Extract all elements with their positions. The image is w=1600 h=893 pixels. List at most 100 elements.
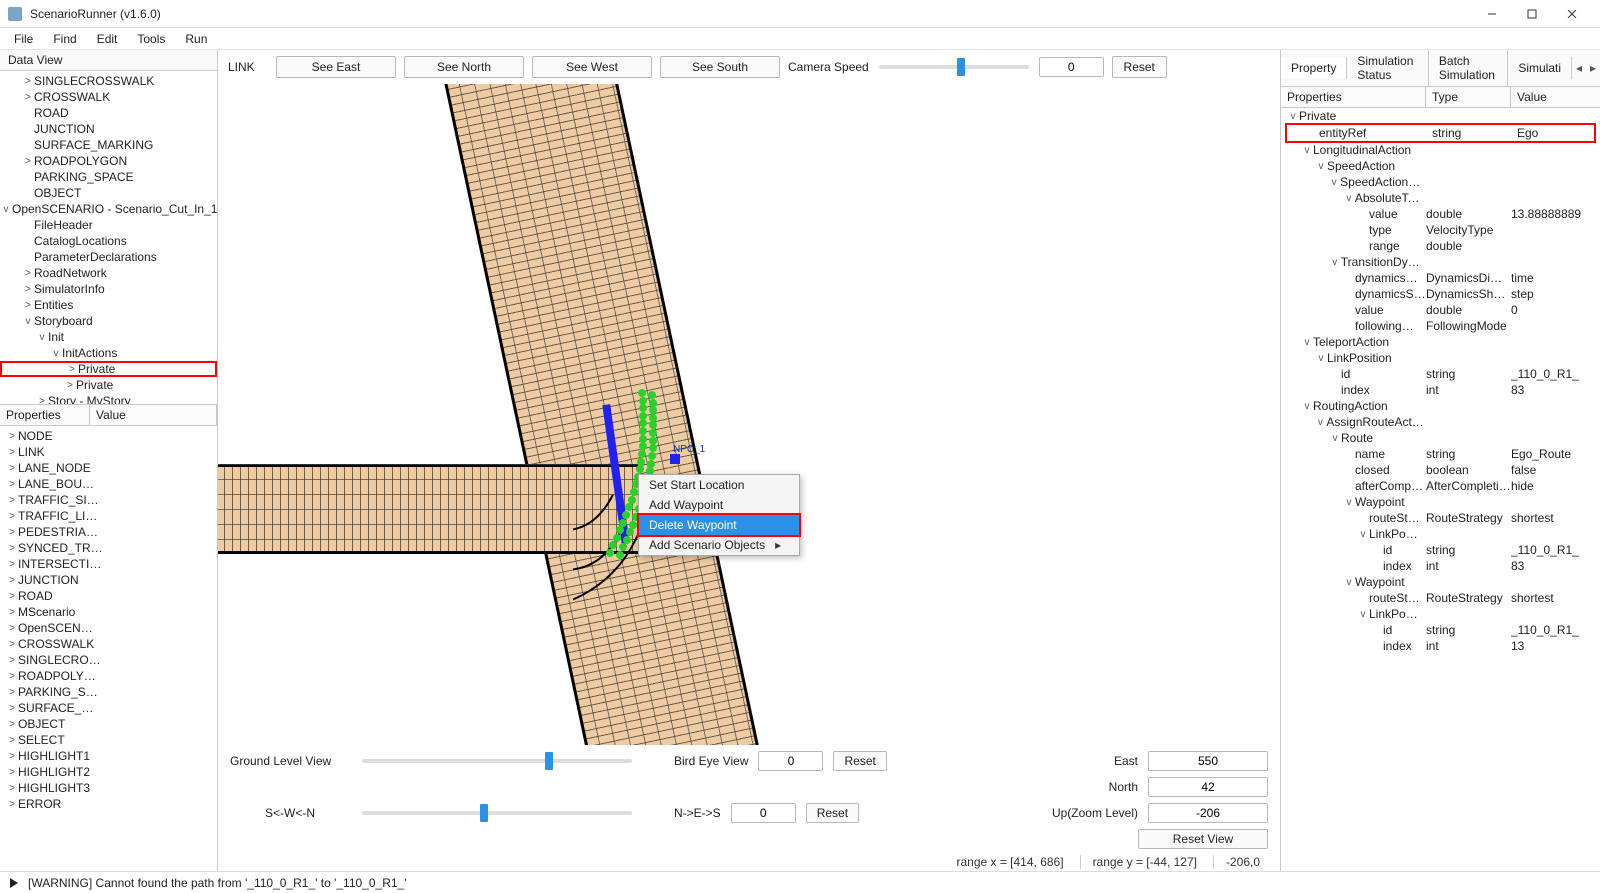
data-view-item[interactable]: JUNCTION: [0, 121, 217, 137]
close-icon[interactable]: [1552, 0, 1592, 28]
data-view-item[interactable]: CatalogLocations: [0, 233, 217, 249]
menu-edit[interactable]: Edit: [89, 30, 126, 48]
see-south-button[interactable]: See South: [660, 56, 780, 78]
left-prop-row[interactable]: >SYNCED_TR…: [0, 540, 217, 556]
camera-speed-value[interactable]: [1039, 57, 1104, 77]
data-view-item[interactable]: OBJECT: [0, 185, 217, 201]
left-prop-row[interactable]: >HIGHLIGHT1: [0, 748, 217, 764]
tab-scroll-left-icon[interactable]: ◂: [1572, 61, 1586, 75]
left-prop-row[interactable]: >PEDESTRIA…: [0, 524, 217, 540]
property-row[interactable]: entityRefstringEgo: [1287, 125, 1594, 141]
property-row[interactable]: vLinkPo…: [1281, 606, 1600, 622]
property-row[interactable]: rangedouble: [1281, 238, 1600, 254]
property-row[interactable]: vLongitudinalAction: [1281, 142, 1600, 158]
tab-simulation-status[interactable]: Simulation Status: [1347, 50, 1429, 86]
play-icon[interactable]: [10, 878, 18, 888]
property-row[interactable]: routeSt…RouteStrategyshortest: [1281, 510, 1600, 526]
data-view-item[interactable]: ROAD: [0, 105, 217, 121]
left-prop-row[interactable]: >INTERSECTI…: [0, 556, 217, 572]
compass-slider[interactable]: [362, 811, 632, 815]
left-properties-tree[interactable]: >NODE>LINK>LANE_NODE>LANE_BOU…>TRAFFIC_S…: [0, 426, 217, 871]
data-view-item[interactable]: >Entities: [0, 297, 217, 313]
property-row[interactable]: vTeleportAction: [1281, 334, 1600, 350]
property-row[interactable]: dynamicsS…DynamicsShapestep: [1281, 286, 1600, 302]
menu-find[interactable]: Find: [45, 30, 84, 48]
left-prop-row[interactable]: >LANE_NODE: [0, 460, 217, 476]
data-view-item[interactable]: >Private: [0, 361, 217, 377]
property-row[interactable]: vWaypoint: [1281, 494, 1600, 510]
data-view-item[interactable]: ParameterDeclarations: [0, 249, 217, 265]
data-view-item[interactable]: vOpenSCENARIO - Scenario_Cut_In_1: [0, 201, 217, 217]
property-row[interactable]: vWaypoint: [1281, 574, 1600, 590]
ground-level-slider[interactable]: [362, 759, 632, 763]
property-row[interactable]: idstring_110_0_R1_: [1281, 622, 1600, 638]
property-row[interactable]: vPrivate: [1281, 108, 1600, 124]
property-row[interactable]: indexint83: [1281, 558, 1600, 574]
left-prop-row[interactable]: >ROADPOLY…: [0, 668, 217, 684]
left-prop-row[interactable]: >LANE_BOU…: [0, 476, 217, 492]
camera-speed-slider[interactable]: [879, 65, 1029, 69]
context-menu-item[interactable]: Set Start Location: [639, 475, 799, 495]
left-prop-row[interactable]: >ROAD: [0, 588, 217, 604]
property-row[interactable]: routeSt…RouteStrategyshortest: [1281, 590, 1600, 606]
data-view-item[interactable]: >Private: [0, 377, 217, 393]
left-prop-row[interactable]: >HIGHLIGHT2: [0, 764, 217, 780]
data-view-item[interactable]: FileHeader: [0, 217, 217, 233]
left-prop-row[interactable]: >OpenSCEN…: [0, 620, 217, 636]
property-grid[interactable]: vPrivateentityRefstringEgovLongitudinalA…: [1281, 108, 1600, 871]
property-row[interactable]: namestringEgo_Route: [1281, 446, 1600, 462]
see-west-button[interactable]: See West: [532, 56, 652, 78]
left-prop-row[interactable]: >SELECT: [0, 732, 217, 748]
context-menu-item[interactable]: Delete Waypoint: [639, 515, 799, 535]
menu-tools[interactable]: Tools: [129, 30, 173, 48]
maximize-icon[interactable]: [1512, 0, 1552, 28]
waypoint-marker[interactable]: [670, 454, 680, 464]
minimize-icon[interactable]: [1472, 0, 1512, 28]
context-menu-item[interactable]: Add Scenario Objects: [639, 535, 799, 555]
reset-view-button[interactable]: Reset View: [1138, 829, 1268, 849]
property-row[interactable]: vLinkPo…: [1281, 526, 1600, 542]
property-row[interactable]: valuedouble13.88888889: [1281, 206, 1600, 222]
property-row[interactable]: vTransitionDyn…: [1281, 254, 1600, 270]
left-prop-row[interactable]: >ERROR: [0, 796, 217, 812]
tab-simulation-overflow[interactable]: Simulati: [1508, 57, 1572, 79]
camera-reset-button[interactable]: Reset: [1112, 56, 1167, 78]
see-east-button[interactable]: See East: [276, 56, 396, 78]
data-view-item[interactable]: >RoadNetwork: [0, 265, 217, 281]
context-menu-item[interactable]: Add Waypoint: [639, 495, 799, 515]
menu-file[interactable]: File: [6, 30, 41, 48]
property-row[interactable]: vAbsoluteTa…: [1281, 190, 1600, 206]
left-prop-row[interactable]: >LINK: [0, 444, 217, 460]
left-prop-row[interactable]: >CROSSWALK: [0, 636, 217, 652]
data-view-item[interactable]: >SimulatorInfo: [0, 281, 217, 297]
data-view-item[interactable]: >Story - MyStory: [0, 393, 217, 404]
data-view-item[interactable]: >SINGLECROSSWALK: [0, 73, 217, 89]
property-row[interactable]: idstring_110_0_R1_: [1281, 542, 1600, 558]
north-value[interactable]: [1148, 777, 1268, 797]
property-row[interactable]: following…FollowingMode: [1281, 318, 1600, 334]
scenario-canvas[interactable]: NPC_1 Set Start LocationAdd WaypointDele…: [218, 84, 1280, 745]
left-prop-row[interactable]: >SINGLECRO…: [0, 652, 217, 668]
property-row[interactable]: vSpeedActionT…: [1281, 174, 1600, 190]
bird-eye-reset-button[interactable]: Reset: [833, 751, 886, 771]
data-view-item[interactable]: >ROADPOLYGON: [0, 153, 217, 169]
data-view-item[interactable]: PARKING_SPACE: [0, 169, 217, 185]
property-row[interactable]: indexint83: [1281, 382, 1600, 398]
property-row[interactable]: vSpeedAction: [1281, 158, 1600, 174]
property-row[interactable]: idstring_110_0_R1_: [1281, 366, 1600, 382]
data-view-tree[interactable]: >SINGLECROSSWALK>CROSSWALKROADJUNCTIONSU…: [0, 71, 217, 404]
property-row[interactable]: typeVelocityType: [1281, 222, 1600, 238]
data-view-item[interactable]: vInitActions: [0, 345, 217, 361]
left-prop-row[interactable]: >OBJECT: [0, 716, 217, 732]
data-view-item[interactable]: vInit: [0, 329, 217, 345]
data-view-item[interactable]: vStoryboard: [0, 313, 217, 329]
compass-reset-button[interactable]: Reset: [806, 803, 859, 823]
data-view-item[interactable]: SURFACE_MARKING: [0, 137, 217, 153]
property-row[interactable]: vRoutingAction: [1281, 398, 1600, 414]
property-row[interactable]: indexint13: [1281, 638, 1600, 654]
left-prop-row[interactable]: >JUNCTION: [0, 572, 217, 588]
left-prop-row[interactable]: >HIGHLIGHT3: [0, 780, 217, 796]
menu-run[interactable]: Run: [177, 30, 215, 48]
property-row[interactable]: vRoute: [1281, 430, 1600, 446]
property-row[interactable]: valuedouble0: [1281, 302, 1600, 318]
